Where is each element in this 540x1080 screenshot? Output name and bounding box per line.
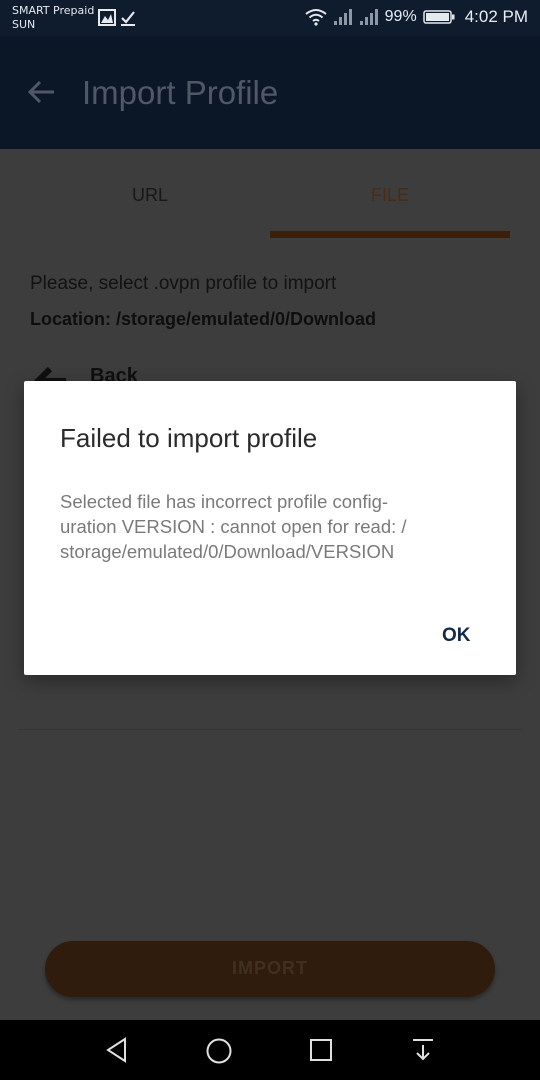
dialog-message-line: Selected file has incorrect profile conf…	[60, 491, 389, 512]
page-title: Import Profile	[82, 74, 279, 111]
battery-icon	[422, 10, 455, 24]
dialog-title: Failed to import profile	[60, 423, 318, 453]
nav-home-icon[interactable]	[205, 1037, 233, 1065]
clock: 4:02 PM	[464, 7, 528, 26]
back-arrow-icon[interactable]	[26, 78, 58, 111]
dialog-message-line: storage/emulated/0/Download/VERSION	[60, 541, 395, 562]
tab-indicator	[270, 231, 510, 238]
status-bar: SMART Prepaid SUN 99% 4:02 PM	[0, 0, 540, 36]
notification-icons	[98, 8, 138, 33]
status-icons: 99% 4:02 PM	[305, 7, 528, 27]
signal-icon-2	[359, 9, 378, 25]
location-path: Location: /storage/emulated/0/Download	[30, 309, 377, 329]
import-button[interactable]: IMPORT	[45, 941, 495, 997]
gallery-icon	[98, 9, 135, 26]
ok-button[interactable]: OK	[428, 623, 485, 649]
import-button-label: IMPORT	[232, 958, 308, 978]
divider	[18, 729, 522, 730]
app-bar: Import Profile	[0, 36, 540, 149]
nav-recents-icon[interactable]	[309, 1037, 333, 1063]
system-nav-bar	[0, 1020, 540, 1080]
wifi-icon	[305, 9, 327, 26]
nav-back-icon[interactable]	[104, 1037, 130, 1063]
carrier-name: SMART Prepaid	[12, 4, 95, 17]
signal-icon	[333, 9, 352, 25]
tab-url[interactable]: URL	[15, 185, 285, 206]
carrier-info: SMART Prepaid SUN	[12, 4, 94, 32]
carrier-network: SUN	[12, 18, 36, 31]
tab-file[interactable]: FILE	[255, 185, 525, 206]
instruction-text: Please, select .ovpn profile to import	[30, 273, 337, 294]
dialog-message: Selected file has incorrect profile conf…	[60, 489, 490, 564]
tab-bar: URL FILE	[0, 149, 540, 239]
error-dialog: Failed to import profile Selected file h…	[24, 381, 516, 675]
dialog-message-line: uration VERSION : cannot open for read: …	[60, 516, 407, 537]
battery-percent: 99%	[384, 8, 417, 25]
nav-notifications-icon[interactable]	[411, 1037, 435, 1063]
